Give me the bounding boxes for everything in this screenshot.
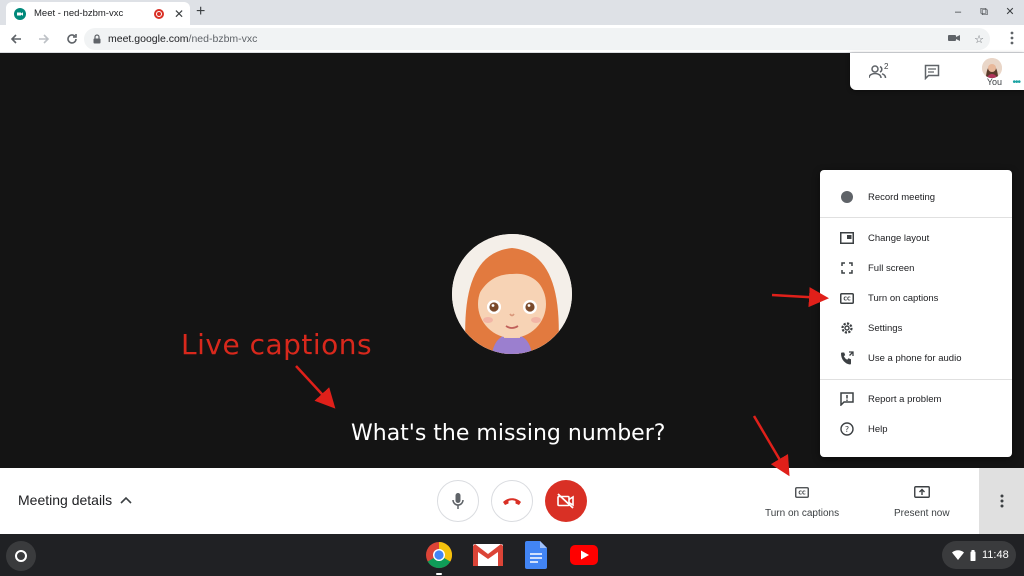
present-now-button[interactable]: Present now [894, 484, 950, 519]
chat-icon [924, 64, 940, 80]
menu-divider [820, 379, 1012, 380]
new-tab-icon[interactable]: + [196, 4, 205, 20]
wifi-icon [952, 550, 964, 560]
browser-tab-meet[interactable]: Meet - ned-bzbm-vxc ✕ [6, 2, 190, 25]
forward-icon[interactable] [32, 27, 56, 51]
chrome-app-icon[interactable] [424, 540, 454, 570]
people-button[interactable]: 2 [858, 57, 898, 87]
meeting-details-button[interactable]: Meeting details [18, 492, 132, 508]
youtube-app-icon[interactable] [569, 540, 599, 570]
menu-item-record-meeting[interactable]: Record meeting [820, 182, 1012, 212]
settings-gear-icon [840, 321, 854, 335]
browser-menu-icon[interactable] [1010, 31, 1014, 50]
chat-button[interactable] [912, 57, 952, 87]
captions-toggle-button[interactable]: CC Turn on captions [765, 484, 839, 519]
present-screen-icon [913, 484, 930, 500]
menu-item-label: Report a problem [868, 393, 942, 405]
svg-text:CC: CC [843, 296, 851, 302]
participants-panel: 2 You ••• [850, 53, 1024, 90]
menu-item-use-phone-audio[interactable]: Use a phone for audio [820, 343, 1012, 373]
present-now-label: Present now [894, 508, 950, 519]
bookmark-star-icon[interactable]: ☆ [974, 33, 984, 46]
browser-toolbar: meet.google.com/ned-bzbm-vxc ☆ [0, 25, 1024, 53]
menu-item-label: Full screen [868, 262, 915, 274]
restore-icon[interactable]: ⧉ [978, 5, 990, 19]
closed-captions-icon: CC [795, 484, 809, 500]
recording-indicator-icon [153, 8, 164, 19]
clock-time: 11:48 [982, 549, 1009, 561]
running-app-indicator [436, 573, 442, 575]
menu-item-settings[interactable]: Settings [820, 313, 1012, 343]
battery-icon [970, 549, 976, 561]
close-window-icon[interactable]: ✕ [1004, 5, 1016, 19]
feedback-icon [840, 392, 854, 406]
google-docs-app-icon[interactable] [521, 540, 551, 570]
meeting-options-menu: Record meeting Change layout Full screen… [820, 170, 1012, 457]
menu-item-label: Settings [868, 322, 903, 334]
menu-item-report-problem[interactable]: Report a problem [820, 384, 1012, 414]
chevron-up-icon [120, 496, 132, 504]
camera-toggle-button[interactable] [545, 480, 587, 522]
menu-item-label: Use a phone for audio [868, 352, 962, 364]
layout-icon [840, 231, 854, 245]
more-vert-icon [1000, 494, 1003, 508]
url-host: meet.google.com [108, 33, 189, 45]
menu-item-label: Change layout [868, 232, 930, 244]
menu-divider [820, 217, 1012, 218]
menu-item-label: Help [868, 423, 888, 435]
tab-close-icon[interactable]: ✕ [174, 8, 184, 20]
phone-forward-icon [840, 351, 854, 365]
record-icon [840, 190, 854, 204]
meet-favicon-icon [14, 7, 26, 20]
hang-up-icon [503, 498, 521, 505]
camera-in-use-icon[interactable] [948, 33, 961, 46]
help-icon: ? [840, 422, 854, 436]
camera-off-icon [557, 493, 574, 509]
browser-tab-strip: Meet - ned-bzbm-vxc ✕ + ‒ ⧉ ✕ [0, 0, 1024, 25]
menu-item-turn-on-captions[interactable]: CC Turn on captions [820, 283, 1012, 313]
gmail-app-icon[interactable] [473, 540, 503, 570]
participant-count: 2 [884, 61, 889, 71]
more-options-button[interactable] [979, 468, 1024, 534]
address-bar[interactable]: meet.google.com/ned-bzbm-vxc ☆ [84, 28, 990, 50]
menu-item-full-screen[interactable]: Full screen [820, 253, 1012, 283]
closed-captions-icon: CC [840, 291, 854, 305]
meeting-details-label: Meeting details [18, 492, 113, 508]
live-captions-annotation: Live captions [181, 328, 373, 361]
svg-text:?: ? [845, 425, 849, 434]
url-path: /ned-bzbm-vxc [188, 33, 258, 45]
lock-icon [93, 34, 101, 44]
captions-toggle-label: Turn on captions [765, 508, 840, 519]
end-call-button[interactable] [491, 480, 533, 522]
menu-item-help[interactable]: ? Help [820, 414, 1012, 444]
back-icon[interactable] [4, 27, 28, 51]
tab-title: Meet - ned-bzbm-vxc [34, 8, 124, 19]
launcher-icon[interactable] [6, 541, 36, 571]
microphone-icon [452, 493, 464, 509]
audio-level-icon: ••• [1012, 77, 1020, 88]
menu-item-label: Record meeting [868, 191, 936, 203]
live-caption-text: What's the missing number? [351, 421, 666, 446]
self-avatar[interactable] [982, 58, 1002, 78]
fullscreen-icon [840, 261, 854, 275]
menu-item-label: Turn on captions [868, 292, 939, 304]
menu-item-change-layout[interactable]: Change layout [820, 223, 1012, 253]
meeting-control-bar: Meeting details CC Turn on captions Pres… [0, 468, 1024, 534]
microphone-button[interactable] [437, 480, 479, 522]
self-label: You [986, 77, 1002, 87]
participant-avatar [452, 234, 572, 354]
window-controls: ‒ ⧉ ✕ [952, 5, 1016, 19]
reload-icon[interactable] [60, 27, 84, 51]
status-tray[interactable]: 11:48 [942, 541, 1016, 569]
minimize-icon[interactable]: ‒ [952, 5, 964, 19]
os-shelf: 11:48 [0, 534, 1024, 576]
svg-text:CC: CC [798, 490, 806, 496]
